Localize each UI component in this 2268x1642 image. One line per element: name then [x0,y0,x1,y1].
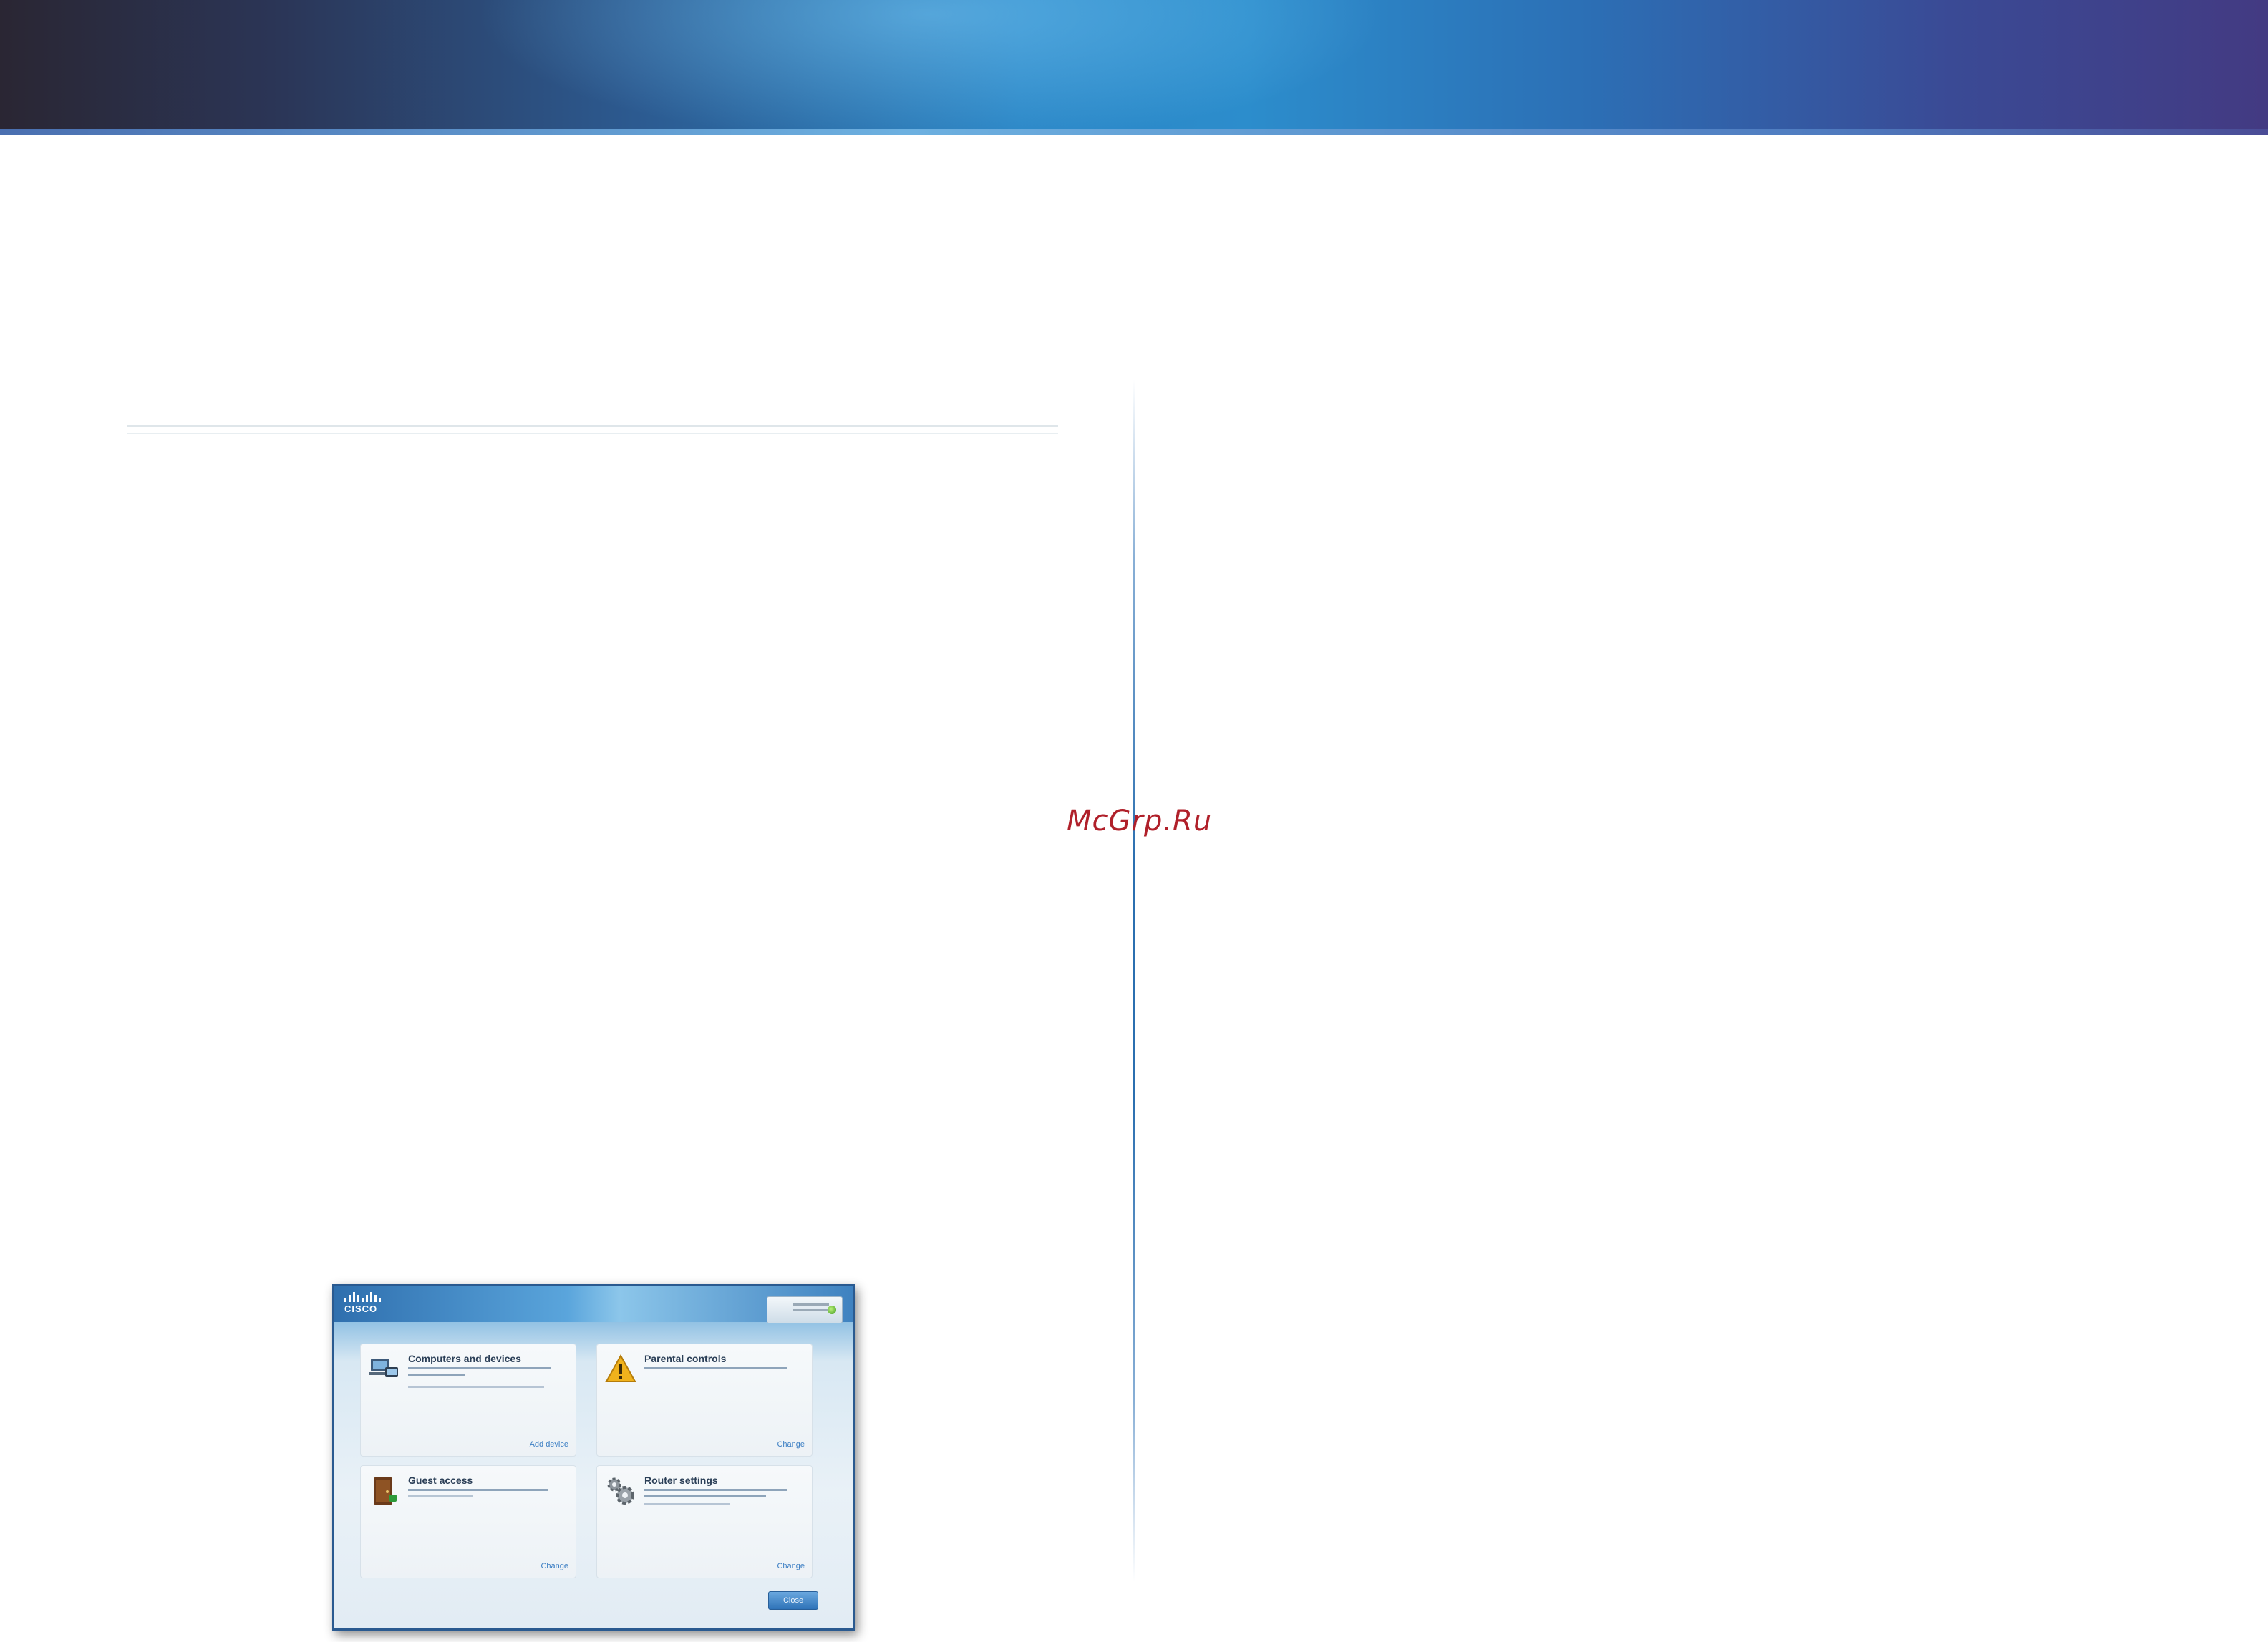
panel-title: Parental controls [644,1353,727,1364]
panel-title: Router settings [644,1475,718,1486]
panel-title: Computers and devices [408,1353,521,1364]
panel-computers-devices: Computers and devices Add device [360,1344,576,1457]
cisco-logo: CISCO [344,1292,381,1314]
gears-icon [607,1477,634,1505]
panel-title: Guest access [408,1475,473,1486]
close-button[interactable]: Close [768,1591,818,1610]
watermark: McGrp.Ru [1067,805,1213,837]
router-dashboard-screenshot: CISCO Computers and devices Add device P… [332,1284,855,1631]
guest-access-change-link[interactable]: Change [541,1562,568,1570]
parental-controls-change-link[interactable]: Change [777,1440,805,1449]
guest-access-icon [374,1477,397,1505]
add-device-link[interactable]: Add device [530,1440,568,1449]
cisco-logo-text: CISCO [344,1303,378,1314]
panel-parental-controls: Parental controls Change [596,1344,813,1457]
status-indicator-icon [828,1306,836,1314]
panel-description [644,1489,800,1510]
router-settings-change-link[interactable]: Change [777,1562,805,1570]
warning-icon [605,1354,636,1382]
panel-router-settings: Router settings Change [596,1465,813,1578]
computers-icon [369,1359,398,1377]
panel-description [408,1367,564,1392]
section-divider-secondary [127,433,1058,434]
panel-description [644,1367,800,1374]
header-banner [0,0,2268,135]
section-divider [127,425,1058,427]
panel-guest-access: Guest access Change [360,1465,576,1578]
column-divider [1133,379,1135,1582]
screenshot-header: CISCO [334,1286,853,1323]
connection-status[interactable] [767,1296,843,1323]
panel-description [408,1489,564,1502]
